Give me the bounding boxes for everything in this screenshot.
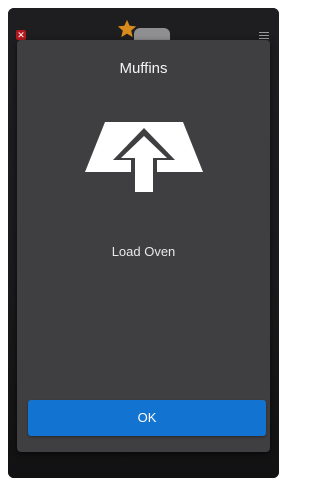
dialog: Muffins Load Oven OK [17, 40, 270, 452]
dialog-message: Load Oven [111, 244, 176, 259]
menu-icon[interactable] [259, 30, 269, 40]
upload-arrow-icon [85, 122, 203, 194]
ok-button[interactable]: OK [28, 400, 266, 436]
device-frame: ✕ Muffins Load Oven OK [8, 8, 279, 478]
close-icon[interactable]: ✕ [16, 30, 26, 40]
dialog-title: Muffins [119, 60, 168, 77]
